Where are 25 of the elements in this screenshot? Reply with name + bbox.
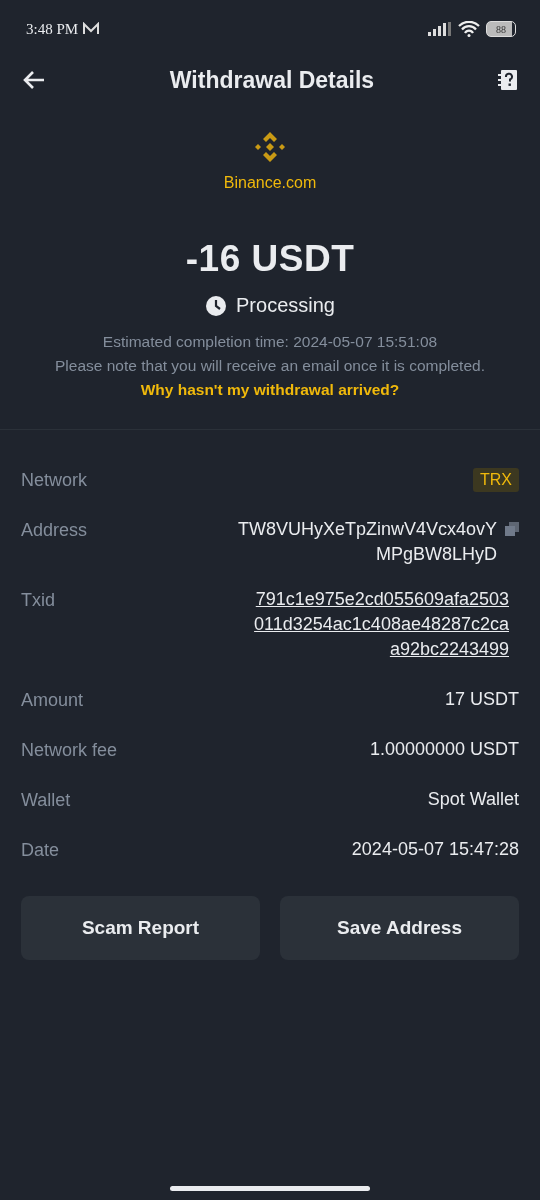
battery-icon: 88 (486, 21, 516, 37)
amount-text: -16 USDT (185, 238, 355, 280)
detail-label: Address (21, 520, 88, 541)
detail-label: Network (21, 470, 87, 491)
detail-label: Amount (21, 690, 84, 711)
detail-value: 1.00000000 USDT (369, 738, 519, 761)
detail-value: 2024-05-07 15:47:28 (351, 838, 519, 861)
info-note: Please note that you will receive an email once it is completed. (55, 357, 485, 375)
source-name: Binance.com (223, 174, 317, 192)
help-link[interactable]: Why hasn't my withdrawal arrived? (140, 381, 400, 399)
network-tag: TRX (473, 468, 519, 492)
status-label: Processing (236, 294, 335, 317)
detail-label: Wallet (21, 790, 71, 811)
detail-value: Spot Wallet (427, 788, 519, 811)
status-time: 3:48 PM (26, 20, 79, 38)
action-button[interactable]: Scam Report (21, 896, 260, 960)
detail-label: Txid (21, 590, 55, 611)
detail-label: Network fee (21, 740, 118, 761)
detail-label: Date (21, 840, 60, 861)
info-note: Estimated completion time: 2024-05-07 15:51:08 (102, 333, 438, 351)
address-value: TW8VUHyXeTpZinwV4Vcx4ovY MPgBW8LHyD (237, 518, 497, 566)
page-title: Withdrawal Details (168, 66, 376, 94)
txid-link[interactable]: 791c1e975e2cd055609afa2503 011d3254ac1c408ae48287c2ca a92bc2243499 (254, 587, 509, 662)
detail-value: 17 USDT (444, 688, 519, 711)
action-button[interactable]: Save Address (280, 896, 519, 960)
